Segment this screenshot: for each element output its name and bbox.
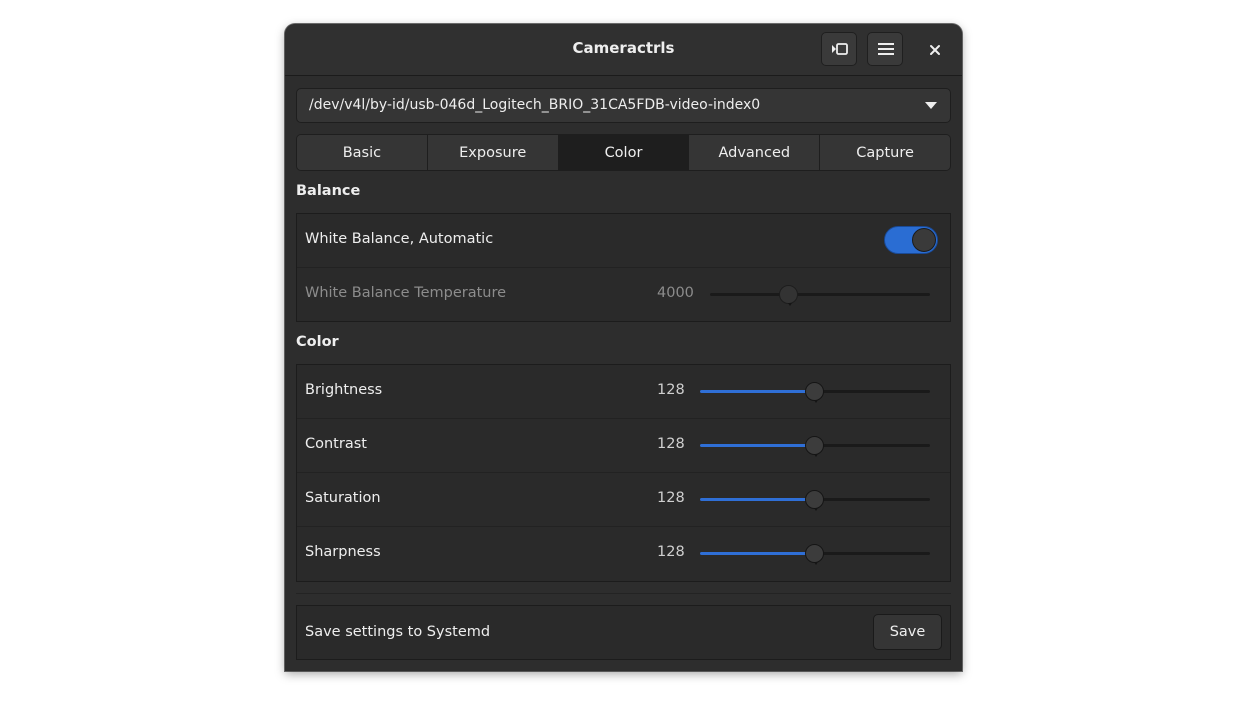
tab-capture[interactable]: Capture (820, 135, 950, 170)
close-icon (930, 45, 940, 55)
balance-section-title: Balance (296, 183, 361, 199)
saturation-slider[interactable] (700, 490, 930, 511)
sharpness-slider[interactable] (700, 544, 930, 565)
brightness-row: Brightness 128 (297, 365, 950, 419)
slider-fill (700, 444, 815, 447)
header-bar: Cameractrls (285, 24, 962, 76)
brightness-slider[interactable] (700, 382, 930, 403)
saturation-value: 128 (657, 490, 685, 506)
brightness-label: Brightness (305, 382, 383, 398)
saturation-row: Saturation 128 (297, 473, 950, 527)
sharpness-row: Sharpness 128 (297, 527, 950, 581)
device-selector[interactable]: /dev/v4l/by-id/usb-046d_Logitech_BRIO_31… (296, 88, 951, 123)
slider-fill (700, 552, 815, 555)
slider-fill (700, 390, 815, 393)
camera-preview-button[interactable] (821, 32, 857, 66)
contrast-value: 128 (657, 436, 685, 452)
systemd-panel: Save settings to Systemd Save (296, 605, 951, 660)
device-path: /dev/v4l/by-id/usb-046d_Logitech_BRIO_31… (309, 97, 761, 113)
tab-basic[interactable]: Basic (297, 135, 428, 170)
camera-preview-icon (832, 43, 848, 55)
white-balance-auto-label: White Balance, Automatic (305, 231, 494, 247)
slider-thumb[interactable] (805, 490, 824, 511)
slider-thumb[interactable] (779, 285, 798, 306)
hamburger-menu-icon (878, 43, 894, 55)
white-balance-auto-row: White Balance, Automatic (297, 214, 950, 268)
saturation-label: Saturation (305, 490, 381, 506)
menu-button[interactable] (867, 32, 903, 66)
slider-thumb[interactable] (805, 436, 824, 457)
slider-thumb[interactable] (805, 544, 824, 565)
white-balance-temperature-value: 4000 (657, 285, 694, 301)
white-balance-temperature-label: White Balance Temperature (305, 285, 507, 301)
close-button[interactable] (925, 40, 945, 60)
color-panel: Brightness 128 Contrast 128 Saturation 1… (296, 364, 951, 582)
brightness-value: 128 (657, 382, 685, 398)
sharpness-label: Sharpness (305, 544, 381, 560)
white-balance-temperature-slider[interactable] (710, 285, 930, 306)
tab-advanced[interactable]: Advanced (689, 135, 821, 170)
window-title: Cameractrls (572, 39, 675, 57)
white-balance-auto-switch[interactable] (884, 226, 938, 254)
slider-fill (700, 498, 815, 501)
separator (296, 593, 951, 594)
tab-color[interactable]: Color (558, 135, 690, 170)
tab-exposure[interactable]: Exposure (427, 135, 559, 170)
white-balance-temperature-row: White Balance Temperature 4000 (297, 268, 950, 322)
contrast-row: Contrast 128 (297, 419, 950, 473)
dropdown-arrow-icon (925, 102, 937, 109)
tab-bar: Basic Exposure Color Advanced Capture (296, 134, 951, 171)
contrast-slider[interactable] (700, 436, 930, 457)
switch-knob (912, 228, 936, 252)
slider-thumb[interactable] (805, 382, 824, 403)
contrast-label: Contrast (305, 436, 367, 452)
sharpness-value: 128 (657, 544, 685, 560)
save-button[interactable]: Save (873, 614, 942, 650)
systemd-label: Save settings to Systemd (305, 624, 491, 640)
app-window: Cameractrls /dev/v4l/by-id/usb-046d_Logi… (285, 24, 962, 671)
color-section-title: Color (296, 334, 339, 350)
balance-panel: White Balance, Automatic White Balance T… (296, 213, 951, 322)
